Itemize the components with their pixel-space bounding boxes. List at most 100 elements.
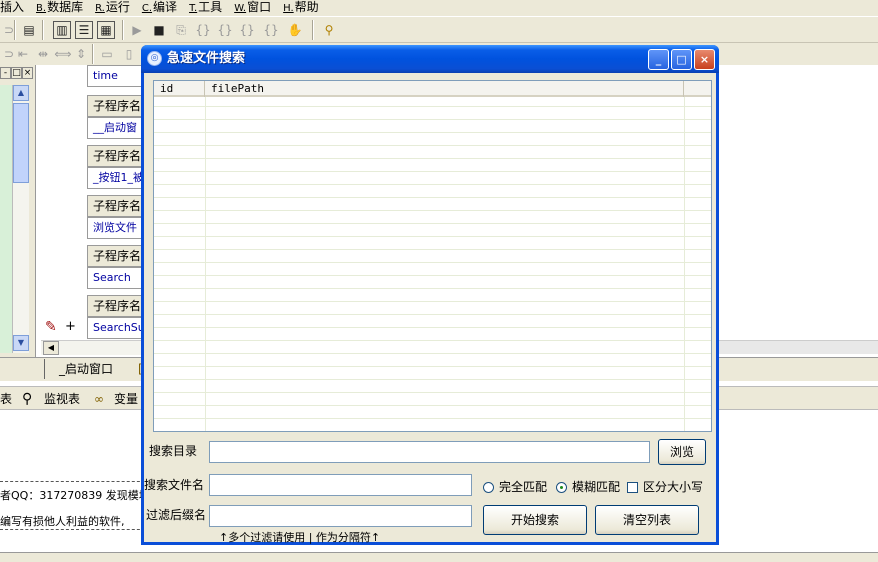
subroutine-name-cell[interactable]: SearchSu [87,317,147,339]
same-width-icon[interactable]: ▭ [98,45,116,63]
editor-horizontal-scrollbar[interactable]: ◀ [41,340,143,355]
case-sensitive-label[interactable]: 区分大小写 [643,479,703,495]
output-line-1: 者QQ：317270839 发现模块 [0,489,150,502]
run-to-cursor-icon[interactable]: {} [262,21,280,39]
run-icon[interactable]: ▶ [128,21,146,39]
menu-label: 数据库 [47,0,84,14]
panel-vertical-scrollbar[interactable]: ▲ ▼ [12,85,29,353]
menu-item[interactable]: W.窗口 [234,0,277,16]
stop-icon[interactable]: ■ [150,21,168,39]
scroll-up-icon[interactable]: ▲ [13,85,29,101]
results-list[interactable]: id filePath [153,80,712,432]
main-toolbar: ⊃ ▤ ▥ ☰ ▦ ▶ ■ ⎘ {} {} {} {} ✋ ⚲ [0,17,878,43]
start-search-button[interactable]: 开始搜索 [483,505,587,535]
workspace-panel: - □ × ▲ ▼ [0,65,36,357]
menu-item[interactable]: B.数据库 [36,0,89,16]
maximize-button[interactable]: □ [671,49,692,70]
menu-item[interactable]: C.编译 [142,0,183,16]
scroll-left-icon[interactable]: ◀ [43,341,59,355]
file-search-dialog: ◎ 急速文件搜索 _ □ × id filePath 搜索目录 浏览 搜索文件名… [141,45,719,545]
output-divider [0,481,150,482]
column-header-filepath[interactable]: filePath [205,81,684,97]
align-width-icon[interactable]: ⟺ [54,45,72,63]
menu-label: 编译 [153,0,178,14]
same-height-icon[interactable]: ▯ [120,45,138,63]
app-icon: ◎ [147,51,162,66]
close-button[interactable]: × [694,49,715,70]
layout-1-icon[interactable]: ▥ [53,21,71,39]
toolbar-separator [312,20,314,40]
scroll-down-icon[interactable]: ▼ [13,335,29,351]
tab-variables[interactable]: 变量 [114,390,138,408]
tab-list[interactable]: 表 [0,390,12,408]
dialog-title: 急速文件搜索 [167,51,246,66]
toolbar-separator [92,44,94,64]
step-over-icon[interactable]: {} [216,21,234,39]
menu-label: 插入 [0,0,25,14]
tab-watch[interactable]: 监视表 [44,390,80,408]
browse-button[interactable]: 浏览 [658,439,706,465]
align-left-icon[interactable]: ⇤ [14,45,32,63]
subroutine-name-cell[interactable]: Search [87,267,147,289]
menu-item[interactable]: H.帮助 [283,0,325,16]
menu-item[interactable]: T.工具 [189,0,228,16]
fuzzy-match-radio[interactable] [556,482,567,493]
filter-ext-label: 过滤后缀名 [146,508,207,522]
results-list-header: id filePath [154,81,711,97]
menu-item[interactable]: 插入 [0,0,30,14]
variables-icon: ∞ [94,392,104,406]
align-center-icon[interactable]: ⇹ [34,45,52,63]
magnifier-icon: ⚲ [22,391,33,407]
editor-scroll-band [719,340,878,354]
filter-hint: ↑多个过滤请使用 | 作为分隔符↑ [219,531,381,544]
hand-icon[interactable]: ✋ [286,21,304,39]
menu-label: 窗口 [247,0,272,14]
plus-icon[interactable]: + [65,319,76,334]
column-header-filler [684,81,711,97]
panel-close-button[interactable]: × [22,67,33,79]
subroutine-name-cell[interactable]: __启动窗 [87,117,147,139]
step-icon[interactable]: ⎘ [172,21,190,39]
file-name-input[interactable] [209,474,472,496]
file-name-label: 搜索文件名 [144,478,205,492]
column-divider [205,97,206,431]
menu-item[interactable]: R.运行 [95,0,136,16]
subroutine-header-cell[interactable]: 子程序名 [87,245,147,267]
tab-startup-window[interactable]: _启动窗口 [44,359,122,379]
filter-ext-input[interactable] [209,505,472,527]
output-divider [0,529,150,530]
project-tree[interactable] [0,85,12,353]
menu-label: 帮助 [294,0,319,14]
subroutine-header-cell[interactable]: 子程序名 [87,95,147,117]
panel-minimize-button[interactable]: - [0,67,11,79]
step-into-icon[interactable]: {} [194,21,212,39]
toolbar-separator [42,20,44,40]
subroutine-header-cell[interactable]: 子程序名 [87,295,147,317]
editor-gutter: ✎ + [37,65,76,355]
fuzzy-match-label[interactable]: 模糊匹配 [572,479,620,495]
column-divider [684,97,685,431]
toolbar-separator [14,20,16,40]
clear-list-button[interactable]: 清空列表 [595,505,699,535]
exact-match-radio[interactable] [483,482,494,493]
dialog-titlebar[interactable]: ◎ 急速文件搜索 _ □ × [141,45,719,73]
align-height-icon[interactable]: ⇕ [72,45,90,63]
column-header-id[interactable]: id [154,81,205,97]
scroll-thumb[interactable] [13,103,29,183]
subroutine-name-cell[interactable]: time [87,65,147,87]
binoculars-icon[interactable]: ⚲ [320,21,338,39]
layout-2-icon[interactable]: ☰ [75,21,93,39]
panel-restore-button[interactable]: □ [11,67,22,79]
subroutine-header-cell[interactable]: 子程序名 [87,195,147,217]
exact-match-label[interactable]: 完全匹配 [499,479,547,495]
layout-3-icon[interactable]: ▦ [97,21,115,39]
search-dir-input[interactable] [209,441,650,463]
subroutine-header-cell[interactable]: 子程序名 [87,145,147,167]
find-icon[interactable]: ▤ [20,21,38,39]
menu-accelerator: C. [141,3,153,14]
case-sensitive-checkbox[interactable] [627,482,638,493]
step-out-icon[interactable]: {} [238,21,256,39]
minimize-button[interactable]: _ [648,49,669,70]
subroutine-name-cell[interactable]: 浏览文件 [87,217,147,239]
subroutine-name-cell[interactable]: _按钮1_被 [87,167,147,189]
